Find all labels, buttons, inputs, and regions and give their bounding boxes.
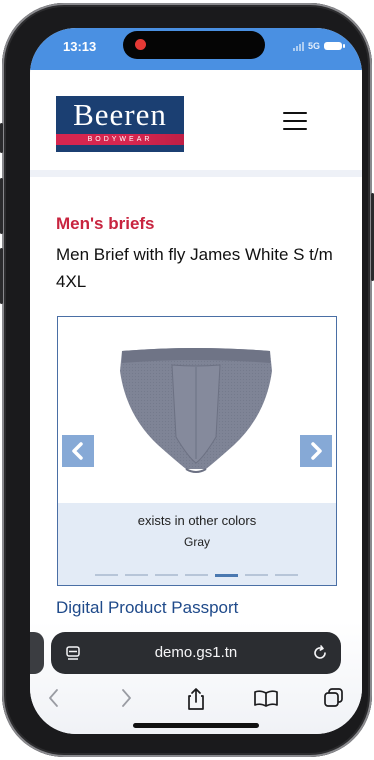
- browser-chrome: demo.gs1.tn: [30, 622, 362, 734]
- chevron-right-icon: [311, 442, 322, 460]
- carousel-indicator-dot[interactable]: [95, 574, 118, 576]
- chevron-left-icon: [72, 442, 83, 460]
- header-divider: [30, 170, 362, 177]
- color-name: Gray: [183, 535, 210, 549]
- phone-screen: 13:13 5G Beeren BODYWEAR Men's briefs Me…: [30, 28, 362, 734]
- status-time: 13:13: [63, 39, 97, 54]
- forward-icon[interactable]: [116, 686, 136, 710]
- back-icon[interactable]: [44, 686, 64, 710]
- url-text: demo.gs1.tn: [154, 644, 238, 661]
- carousel-caption: exists in other colors Gray: [58, 503, 336, 585]
- recording-indicator-icon: [135, 39, 146, 50]
- dynamic-island: [123, 31, 265, 59]
- previous-tab-card[interactable]: [30, 632, 44, 674]
- carousel-prev-button[interactable]: [62, 435, 94, 467]
- product-carousel: exists in other colors Gray: [57, 316, 337, 586]
- network-type: 5G: [307, 41, 320, 51]
- status-bar: 13:13 5G: [30, 28, 362, 70]
- address-bar[interactable]: demo.gs1.tn: [51, 632, 341, 674]
- product-category: Men's briefs: [56, 214, 155, 233]
- digital-product-passport-link[interactable]: Digital Product Passport: [56, 598, 238, 618]
- caption-text: exists in other colors: [137, 513, 257, 528]
- carousel-indicator-dot[interactable]: [125, 574, 148, 576]
- carousel-indicator-dot[interactable]: [245, 574, 268, 576]
- volume-up-button: [0, 178, 3, 234]
- home-indicator: [133, 723, 259, 728]
- page-menu-icon[interactable]: [65, 645, 81, 661]
- action-button: [0, 123, 3, 153]
- battery-icon: [324, 42, 345, 50]
- share-icon[interactable]: [184, 686, 208, 712]
- carousel-next-button[interactable]: [300, 435, 332, 467]
- browser-toolbar: [30, 682, 362, 722]
- carousel-indicator-dot[interactable]: [215, 574, 238, 577]
- volume-down-button: [0, 248, 3, 304]
- carousel-indicator-dot[interactable]: [155, 574, 178, 576]
- briefs-product-image: [120, 348, 272, 473]
- signal-icon: [292, 41, 304, 51]
- carousel-indicator-dot[interactable]: [275, 574, 298, 576]
- bookmarks-icon[interactable]: [252, 686, 280, 710]
- hamburger-menu-icon[interactable]: [283, 110, 307, 132]
- carousel-indicators: [95, 574, 298, 577]
- status-icons: 5G: [292, 40, 345, 52]
- product-title: Men Brief with fly James White S t/m 4XL: [56, 245, 333, 291]
- logo-subtext: BODYWEAR: [56, 134, 184, 145]
- carousel-indicator-dot[interactable]: [185, 574, 208, 576]
- tabs-icon[interactable]: [322, 686, 346, 710]
- reload-icon[interactable]: [311, 644, 329, 662]
- site-header: Beeren BODYWEAR: [30, 70, 362, 170]
- beeren-logo[interactable]: Beeren BODYWEAR: [56, 96, 184, 152]
- logo-text: Beeren: [73, 97, 167, 132]
